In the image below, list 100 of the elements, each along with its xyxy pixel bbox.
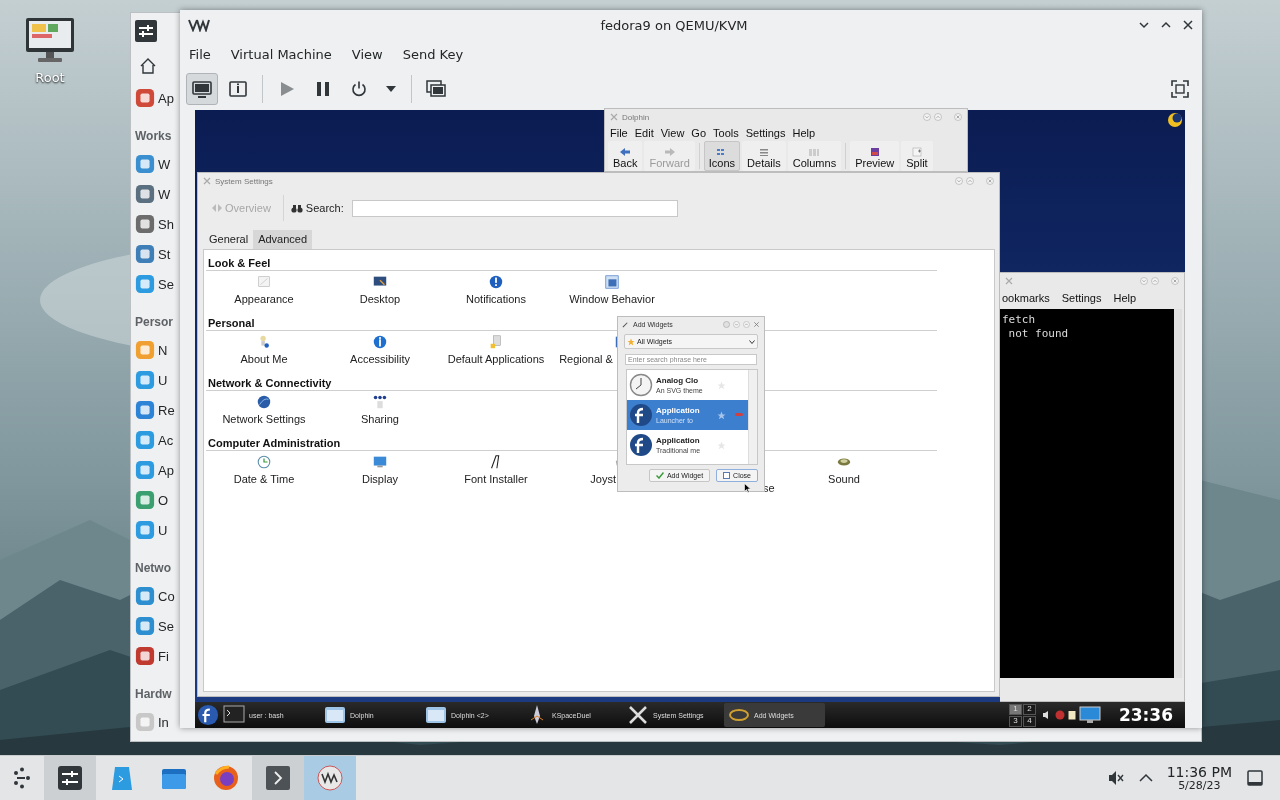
settings-module-link[interactable]: Network Settings: [222, 413, 306, 425]
sidebar-item[interactable]: Co: [135, 581, 180, 611]
menu-item[interactable]: Go: [691, 127, 707, 139]
settings-module-link[interactable]: Sound: [828, 473, 860, 485]
settings-module-link[interactable]: Appearance: [234, 293, 294, 305]
menu-item[interactable]: Edit: [634, 127, 654, 139]
square-icon: [723, 472, 731, 479]
clipboard-icon[interactable]: [1067, 710, 1076, 720]
sidebar-item[interactable]: Se: [135, 269, 180, 299]
settings-module-link[interactable]: Sharing: [361, 413, 399, 425]
star-icon[interactable]: [717, 380, 726, 390]
clock[interactable]: 23:36: [1106, 705, 1185, 725]
toolbar-button[interactable]: Split: [901, 141, 933, 171]
chevron-up-icon[interactable]: [1138, 773, 1153, 783]
search-label: Search:: [305, 202, 344, 214]
show-desktop-icon[interactable]: [1246, 769, 1264, 787]
window-menu-icon[interactable]: [1005, 277, 1013, 285]
minimize-icon[interactable]: [1138, 19, 1150, 31]
sidebar-item[interactable]: Re: [135, 395, 180, 425]
settings-module-link[interactable]: Default Applications: [447, 353, 545, 365]
menu-item[interactable]: Help: [792, 127, 816, 139]
sidebar-item[interactable]: U: [135, 365, 180, 395]
category-icon: [135, 154, 155, 174]
scrollbar[interactable]: [748, 370, 757, 464]
star-icon[interactable]: [717, 410, 726, 420]
menu-item[interactable]: Virtual Machine: [230, 46, 332, 62]
arrow-left-icon: [619, 147, 632, 157]
terminal[interactable]: fetch not found: [1000, 309, 1182, 678]
taskbar-app[interactable]: [252, 756, 304, 800]
settings-module-link[interactable]: About Me: [240, 353, 288, 365]
settings-module-link[interactable]: Joyst: [590, 473, 616, 485]
sliders-icon: [57, 765, 83, 791]
toolbar-button[interactable]: [186, 73, 218, 105]
menu-item[interactable]: View: [351, 46, 383, 62]
sidebar-item[interactable]: Ap: [135, 83, 180, 113]
menu-item[interactable]: Tools: [713, 127, 739, 139]
close-icon[interactable]: [1182, 19, 1194, 31]
desktop-pager-cell[interactable]: 1: [1008, 703, 1022, 715]
menu-item[interactable]: Settings: [745, 127, 786, 139]
taskbar-app[interactable]: [44, 756, 96, 800]
category-icon: [135, 88, 155, 108]
star-icon[interactable]: [717, 440, 726, 450]
sidebar-item[interactable]: Fi: [135, 641, 180, 671]
sidebar-item[interactable]: Sh: [135, 209, 180, 239]
toolbar-button[interactable]: Details: [742, 141, 786, 171]
fullscreen-icon: [1171, 80, 1189, 98]
settings-module-link[interactable]: Window Behavior: [569, 293, 655, 305]
taskbar-app[interactable]: [304, 756, 356, 800]
tab[interactable]: Advanced: [253, 230, 313, 249]
category-icon: [135, 616, 155, 636]
crescent-icon[interactable]: [1167, 112, 1183, 128]
home-icon[interactable]: [139, 57, 157, 75]
settings-module-link[interactable]: Notifications: [466, 293, 526, 305]
sidebar-header: Persor: [135, 314, 175, 331]
desktop-pager-cell[interactable]: 2: [1022, 703, 1036, 715]
window-menu-icon[interactable]: [203, 177, 211, 185]
menu-item[interactable]: Help: [1113, 292, 1137, 304]
menu-item[interactable]: View: [660, 127, 685, 139]
menu-item[interactable]: File: [610, 127, 628, 139]
logo-icon[interactable]: [197, 704, 219, 726]
sidebar-item[interactable]: W: [135, 149, 180, 179]
toolbar-button[interactable]: Icons: [703, 141, 741, 171]
window-menu-icon[interactable]: [610, 113, 618, 121]
toolbar-button[interactable]: Columns: [787, 141, 842, 171]
scrollbar[interactable]: [1174, 309, 1182, 678]
sidebar-item[interactable]: O: [135, 485, 180, 515]
sidebar-item[interactable]: U: [135, 515, 180, 545]
binoculars-icon: [290, 203, 303, 213]
desktop-pager-cell[interactable]: 3: [1008, 715, 1022, 727]
clock[interactable]: 11:36 PM 5/28/23: [1166, 764, 1232, 792]
settings-module-link[interactable]: Desktop: [359, 293, 401, 305]
menu-item[interactable]: Settings: [1061, 292, 1102, 304]
toolbar-button[interactable]: Back: [608, 141, 643, 171]
monitor-icon: [191, 79, 213, 99]
clock-icon: [256, 454, 272, 470]
sidebar-item[interactable]: St: [135, 239, 180, 269]
settings-module-link[interactable]: Regional &: [559, 353, 616, 365]
sidebar-item[interactable]: Ac: [135, 425, 180, 455]
menu-item[interactable]: ookmarks: [1002, 292, 1050, 304]
sidebar-item[interactable]: Se: [135, 611, 180, 641]
sidebar-item[interactable]: Ap: [135, 455, 180, 485]
star-icon: [627, 337, 635, 346]
sidebar-item-label: W: [158, 186, 171, 202]
sidebar-item[interactable]: W: [135, 179, 180, 209]
category-icon: [135, 712, 155, 732]
settings-module-link[interactable]: Display: [361, 473, 399, 485]
wand-icon: [622, 320, 629, 328]
settings-module-link[interactable]: Font Installer: [464, 473, 528, 485]
toolbar-button[interactable]: Preview: [850, 141, 900, 171]
sidebar-item-label: Ac: [158, 432, 174, 448]
search-field[interactable]: [351, 199, 678, 217]
sidebar-item[interactable]: In: [135, 707, 180, 737]
settings-module-link[interactable]: Accessibility: [350, 353, 410, 365]
menu-item[interactable]: File: [189, 46, 211, 62]
settings-module-link[interactable]: Date & Time: [233, 473, 295, 485]
desktop-pager-cell[interactable]: 4: [1022, 715, 1036, 727]
menu-item[interactable]: Send Key: [402, 46, 464, 62]
monitor-icon[interactable]: [1078, 706, 1101, 724]
muted-speaker-icon[interactable]: [1106, 769, 1125, 787]
sidebar-item[interactable]: N: [135, 335, 180, 365]
